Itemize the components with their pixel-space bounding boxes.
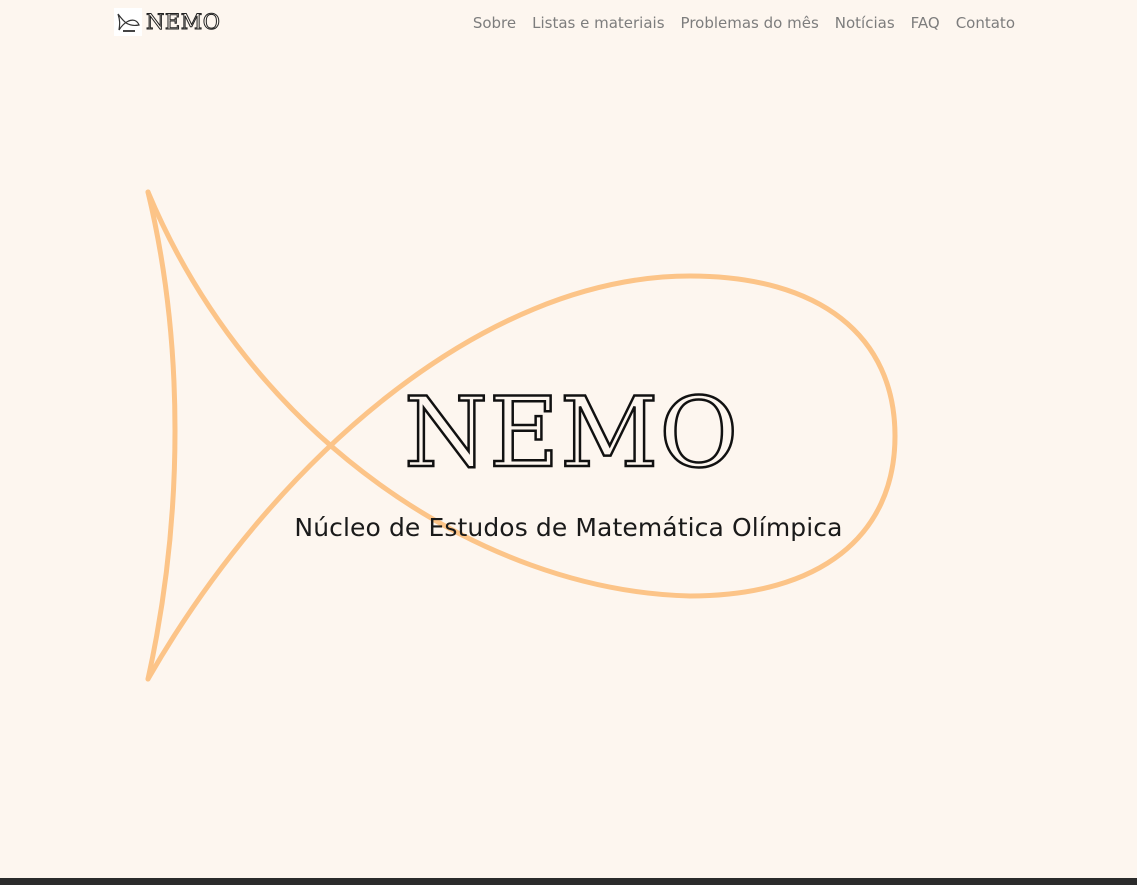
hero-subtitle: Núcleo de Estudos de Matemática Olímpica (294, 513, 843, 542)
nav-link-problemas-do-mes[interactable]: Problemas do mês (681, 12, 819, 34)
nav-link-noticias[interactable]: Notícias (835, 12, 895, 34)
hero-title: NEMO (403, 376, 740, 491)
nav-link-faq[interactable]: FAQ (911, 12, 940, 34)
nav-link-contato[interactable]: Contato (956, 12, 1015, 34)
nav-link-listas-e-materiais[interactable]: Listas e materiais (532, 12, 664, 34)
top-navbar: NEMO Sobre Listas e materiais Problemas … (0, 0, 1137, 46)
bottom-taskbar-strip (0, 878, 1137, 885)
nav-link-sobre[interactable]: Sobre (473, 12, 516, 34)
brand-home-link[interactable]: NEMO (114, 8, 220, 36)
brand-name: NEMO (145, 10, 221, 35)
fish-logo-icon (114, 8, 142, 36)
hero-section: NEMO Núcleo de Estudos de Matemática Olí… (0, 46, 1137, 826)
nav-links: Sobre Listas e materiais Problemas do mê… (473, 12, 1015, 34)
